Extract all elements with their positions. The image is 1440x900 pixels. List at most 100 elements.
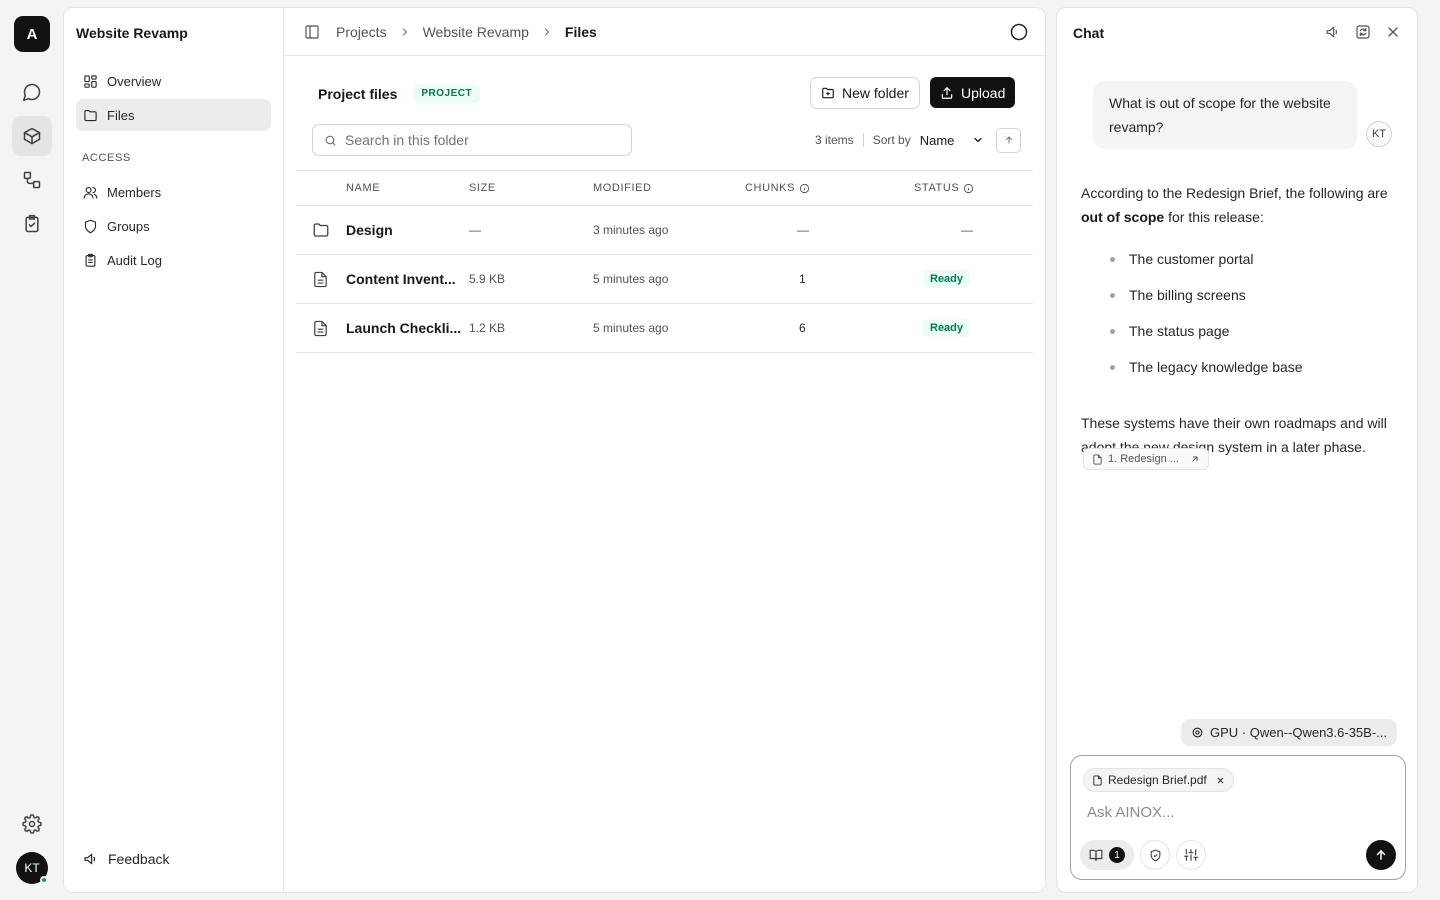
users-icon: [83, 185, 98, 200]
chevron-right-icon: [399, 26, 411, 38]
list-item: The billing screens: [1081, 285, 1399, 321]
column-chunks[interactable]: CHUNKS: [745, 182, 810, 194]
settings-button[interactable]: [12, 804, 52, 844]
files-content: Projects Website Revamp Files Project fi…: [284, 8, 1045, 892]
sources-button[interactable]: 1: [1080, 840, 1134, 870]
row-size: —: [469, 223, 481, 237]
breadcrumb-projects[interactable]: Projects: [336, 24, 387, 40]
megaphone-icon[interactable]: [1325, 24, 1341, 40]
info-icon: [799, 183, 810, 194]
column-name[interactable]: NAME: [346, 182, 380, 194]
sidebar-item-audit-log[interactable]: Audit Log: [76, 244, 271, 276]
file-icon: [1092, 774, 1103, 786]
answer-emphasis: out of scope: [1081, 209, 1165, 225]
shield-check-icon: [1149, 849, 1162, 862]
search-input[interactable]: [345, 132, 615, 148]
column-label: STATUS: [914, 182, 960, 194]
projects-nav-button[interactable]: [12, 116, 52, 156]
megaphone-icon: [83, 851, 99, 867]
column-status[interactable]: STATUS: [914, 182, 974, 194]
answer-text: for this release:: [1164, 209, 1264, 225]
clipboard-check-icon: [22, 214, 42, 234]
guardrails-button[interactable]: [1140, 840, 1170, 870]
arrow-up-icon: [1004, 135, 1014, 145]
file-icon: [1092, 453, 1103, 465]
row-chunks: —: [797, 223, 809, 237]
attachment-chip[interactable]: Redesign Brief.pdf: [1083, 768, 1234, 792]
chat-bubble-icon: [22, 82, 42, 102]
chat-composer: Redesign Brief.pdf 1: [1070, 755, 1406, 880]
table-row[interactable]: Content Invent... 5.9 KB 5 minutes ago 1…: [296, 255, 1033, 304]
chat-input[interactable]: [1087, 804, 1387, 821]
file-text-icon: [312, 304, 329, 352]
status-badge: Ready: [923, 270, 971, 288]
clipboard-list-icon: [83, 253, 98, 268]
remove-attachment-icon[interactable]: [1216, 776, 1225, 785]
list-item: The legacy knowledge base: [1081, 357, 1399, 393]
online-status-dot: [40, 876, 48, 884]
user-avatar[interactable]: KT: [16, 852, 48, 884]
citation-chip[interactable]: 1. Redesign ...: [1083, 448, 1209, 470]
sidebar-item-files[interactable]: Files: [76, 99, 271, 131]
sidebar-item-groups[interactable]: Groups: [76, 210, 271, 242]
workspace-switcher[interactable]: A: [14, 16, 50, 52]
sort-select[interactable]: Name: [920, 133, 985, 148]
upload-button[interactable]: Upload: [930, 77, 1016, 108]
row-status: —: [961, 223, 973, 237]
sidebar-item-overview[interactable]: Overview: [76, 65, 271, 97]
scope-badge: PROJECT: [413, 84, 481, 103]
page-title: Project files: [318, 85, 398, 102]
row-name: Launch Checkli...: [346, 320, 462, 336]
answer-list: The customer portal The billing screens …: [1081, 249, 1399, 393]
sidebar-item-label: Members: [107, 184, 162, 200]
chevron-right-icon: [541, 26, 553, 38]
chat-nav-button[interactable]: [12, 72, 52, 112]
file-text-icon: [312, 255, 329, 303]
sidebar-item-label: Groups: [107, 218, 150, 234]
feedback-button[interactable]: Feedback: [83, 851, 169, 867]
answer-intro: According to the Redesign Brief, the fol…: [1081, 181, 1399, 229]
new-folder-button[interactable]: New folder: [810, 77, 920, 109]
avatar-initials: KT: [24, 861, 40, 875]
tools-button[interactable]: [1176, 840, 1206, 870]
sidebar-item-label: Audit Log: [107, 252, 162, 268]
folder-icon: [83, 108, 98, 123]
table-row[interactable]: Design — 3 minutes ago — —: [296, 206, 1033, 255]
sliders-icon: [1184, 848, 1198, 862]
breadcrumb-current: Files: [564, 23, 597, 40]
user-avatar: KT: [1366, 121, 1392, 147]
workflows-nav-button[interactable]: [12, 160, 52, 200]
row-size: 1.2 KB: [469, 321, 506, 335]
sidebar-item-members[interactable]: Members: [76, 176, 271, 208]
search-icon[interactable]: [1009, 22, 1029, 42]
send-button[interactable]: [1366, 840, 1396, 870]
chevron-down-icon: [972, 134, 984, 146]
answer-text: According to the Redesign Brief, the fol…: [1081, 185, 1388, 201]
row-name: Content Invent...: [346, 271, 456, 287]
sources-count: 1: [1109, 847, 1125, 863]
cpu-icon: [1191, 726, 1204, 739]
refresh-icon[interactable]: [1355, 24, 1371, 40]
files-header: Project files PROJECT: [318, 84, 481, 103]
model-selector[interactable]: GPU · Qwen--Qwen3.6-35B-...: [1181, 719, 1397, 746]
row-chunks: 6: [799, 321, 806, 335]
upload-icon: [940, 86, 954, 100]
gear-icon: [22, 814, 42, 834]
column-size[interactable]: SIZE: [469, 182, 496, 194]
tasks-nav-button[interactable]: [12, 204, 52, 244]
workflow-icon: [22, 170, 42, 190]
breadcrumb: Projects Website Revamp Files: [336, 24, 597, 40]
table-row[interactable]: Launch Checkli... 1.2 KB 5 minutes ago 6…: [296, 304, 1033, 353]
external-link-icon: [1190, 454, 1200, 464]
info-icon: [963, 183, 974, 194]
list-item: The status page: [1081, 321, 1399, 357]
sidebar-toggle-icon[interactable]: [304, 24, 320, 40]
close-icon[interactable]: [1385, 24, 1401, 40]
column-modified[interactable]: MODIFIED: [593, 182, 652, 194]
project-sidebar: Website Revamp Overview Files ACCESS Mem…: [64, 8, 284, 892]
breadcrumb-project[interactable]: Website Revamp: [423, 24, 529, 40]
model-label: GPU · Qwen--Qwen3.6-35B-...: [1210, 725, 1387, 740]
chat-title: Chat: [1073, 25, 1105, 41]
sort-direction-button[interactable]: [996, 127, 1022, 153]
chat-actions: [1325, 24, 1401, 40]
